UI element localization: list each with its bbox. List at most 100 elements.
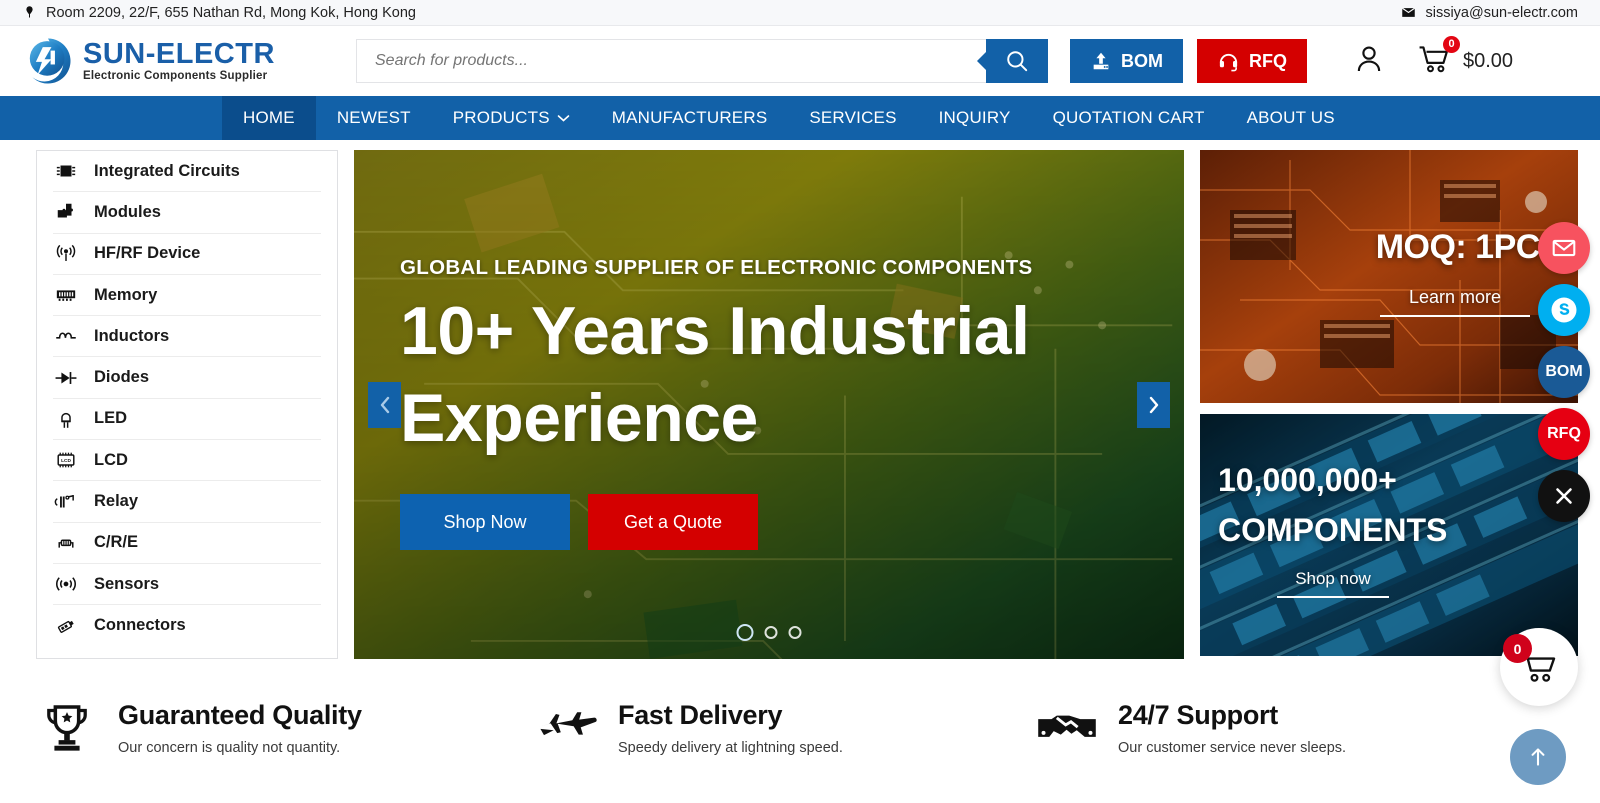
- promo-components-link[interactable]: Shop now: [1277, 569, 1389, 599]
- nav-item-manufacturers[interactable]: MANUFACTURERS: [591, 96, 789, 140]
- carousel-next-button[interactable]: [1137, 381, 1170, 428]
- feature-title: Guaranteed Quality: [118, 700, 362, 730]
- carousel-dot-3[interactable]: [788, 626, 802, 639]
- nav-item-newest[interactable]: NEWEST: [316, 96, 432, 140]
- sidebar-item-label: Integrated Circuits: [94, 161, 240, 180]
- sidebar-item-integrated-circuits[interactable]: Integrated Circuits: [53, 151, 321, 193]
- search-bar[interactable]: [356, 39, 1048, 83]
- nav-item-label: MANUFACTURERS: [611, 108, 768, 127]
- feature-subtitle: Our customer service never sleeps.: [1118, 740, 1347, 756]
- floating-skype-button[interactable]: [1538, 284, 1590, 336]
- handshake-icon: [1038, 715, 1096, 737]
- sun-electr-logo-icon: [29, 38, 71, 84]
- hero-shop-now-button[interactable]: Shop Now: [400, 494, 570, 551]
- sidebar-item-label: Diodes: [94, 368, 150, 387]
- search-button[interactable]: [986, 39, 1048, 83]
- nav-item-home[interactable]: HOME: [222, 96, 316, 140]
- sidebar-item-label: Relay: [94, 492, 139, 511]
- bom-label: BOM: [1121, 50, 1163, 71]
- carousel-dots: [736, 624, 802, 641]
- hero-title: 10+ Years Industrial Experience: [400, 293, 1030, 457]
- sidebar-item-c-r-e[interactable]: C/R/E: [53, 523, 321, 564]
- promo-moq-link[interactable]: Learn more: [1380, 287, 1530, 317]
- nav-item-products[interactable]: PRODUCTS: [432, 96, 591, 140]
- carousel-prev-button[interactable]: [368, 381, 401, 428]
- top-bar-email[interactable]: sissiya@sun-electr.com: [1401, 5, 1578, 21]
- lcd-display-icon: LCD: [53, 449, 79, 471]
- promo-card-components[interactable]: 10,000,000+ COMPONENTS Shop now: [1200, 414, 1578, 656]
- feature-subtitle: Speedy delivery at lightning speed.: [618, 740, 843, 756]
- feature-support: 24/7 Support Our customer service never …: [1036, 680, 1536, 776]
- account-button[interactable]: [1341, 39, 1397, 84]
- main-navigation: HOME NEWEST PRODUCTS MANUFACTURERS SERVICES I…: [0, 96, 1600, 140]
- chevron-down-icon: [557, 114, 570, 122]
- logo-wordmark: SUN-ELECTR: [83, 37, 275, 70]
- upload-icon: [1093, 52, 1109, 70]
- nav-item-quotation-cart[interactable]: QUOTATION CART: [1032, 96, 1226, 140]
- headset-icon: [1219, 53, 1238, 71]
- nav-item-label: HOME: [243, 108, 295, 127]
- user-icon: [1357, 45, 1381, 71]
- close-icon: [1556, 488, 1572, 504]
- floating-close-button[interactable]: [1538, 470, 1590, 522]
- main-content: Integrated Circuits Modules HF/RF Device Me…: [0, 140, 1600, 659]
- sensor-wave-icon: [53, 573, 79, 595]
- sidebar-item-hf-rf-device[interactable]: HF/RF Device: [53, 234, 321, 275]
- rfq-label: RFQ: [1249, 50, 1287, 71]
- arrow-up-icon: [1531, 748, 1545, 766]
- bom-button[interactable]: BOM: [1070, 39, 1183, 83]
- promo-card-moq[interactable]: MOQ: 1PCS Learn more: [1200, 150, 1578, 404]
- cart-total: $0.00: [1463, 49, 1514, 72]
- floating-bom-button[interactable]: BOM: [1538, 346, 1590, 398]
- hero-get-quote-button[interactable]: Get a Quote: [588, 494, 758, 551]
- memory-stick-icon: [53, 284, 79, 306]
- feature-subtitle: Our concern is quality not quantity.: [118, 740, 341, 756]
- sidebar-item-memory[interactable]: Memory: [53, 275, 321, 317]
- search-input[interactable]: [356, 39, 986, 83]
- sidebar-item-lcd[interactable]: LCD LCD: [53, 440, 321, 482]
- cart-button[interactable]: 0 $0.00: [1403, 35, 1514, 80]
- floating-action-stack: BOM RFQ: [1538, 222, 1590, 522]
- sidebar-item-led[interactable]: LED: [53, 399, 321, 441]
- sidebar-item-label: LCD: [94, 450, 128, 469]
- connector-plug-icon: [53, 615, 79, 637]
- promo-components-title-line2: COMPONENTS: [1218, 512, 1448, 549]
- hero-carousel[interactable]: GLOBAL LEADING SUPPLIER OF ELECTRONIC CO…: [354, 150, 1184, 659]
- rfq-button[interactable]: RFQ: [1197, 39, 1307, 83]
- map-pin-icon: [26, 6, 33, 18]
- sidebar-item-label: Memory: [94, 285, 158, 304]
- feature-guaranteed-quality: Guaranteed Quality Our concern is qualit…: [36, 680, 536, 776]
- email-text[interactable]: sissiya@sun-electr.com: [1425, 5, 1578, 21]
- floating-mail-button[interactable]: [1538, 222, 1590, 274]
- feature-fast-delivery: Fast Delivery Speedy delivery at lightni…: [536, 680, 1036, 776]
- sidebar-item-connectors[interactable]: Connectors: [53, 605, 321, 646]
- site-header: SUN-ELECTR Electronic Components Supplie…: [0, 26, 1600, 96]
- site-logo[interactable]: SUN-ELECTR Electronic Components Supplie…: [22, 35, 332, 87]
- floating-rfq-button[interactable]: RFQ: [1538, 408, 1590, 460]
- nav-item-label: NEWEST: [336, 108, 411, 127]
- category-sidebar: Integrated Circuits Modules HF/RF Device Me…: [36, 150, 338, 659]
- nav-item-services[interactable]: SERVICES: [788, 96, 917, 140]
- sidebar-item-inductors[interactable]: Inductors: [53, 316, 321, 358]
- sidebar-item-diodes[interactable]: Diodes: [53, 357, 321, 399]
- promo-column: MOQ: 1PCS Learn more 10,000,000+ COMPONE…: [1200, 150, 1578, 656]
- nav-item-label: INQUIRY: [938, 108, 1011, 127]
- envelope-icon: [1402, 7, 1416, 17]
- sidebar-item-sensors[interactable]: Sensors: [53, 564, 321, 606]
- jet-plane-icon: [538, 712, 597, 736]
- diode-icon: [53, 367, 79, 389]
- carousel-dot-2[interactable]: [764, 626, 778, 639]
- features-row: Guaranteed Quality Our concern is qualit…: [0, 656, 1600, 776]
- nav-item-inquiry[interactable]: INQUIRY: [918, 96, 1032, 140]
- top-bar: Room 2209, 22/F, 655 Nathan Rd, Mong Kok…: [0, 0, 1600, 26]
- floating-cart-count-badge: 0: [1503, 634, 1532, 663]
- top-bar-address: Room 2209, 22/F, 655 Nathan Rd, Mong Kok…: [22, 5, 416, 21]
- nav-item-about-us[interactable]: ABOUT US: [1226, 96, 1356, 140]
- scroll-to-top-button[interactable]: [1510, 729, 1566, 785]
- nav-item-label: QUOTATION CART: [1052, 108, 1205, 127]
- carousel-dot-1[interactable]: [736, 624, 754, 641]
- sidebar-item-relay[interactable]: Relay: [53, 481, 321, 523]
- sidebar-item-modules[interactable]: Modules: [53, 192, 321, 234]
- relay-switch-icon: [53, 491, 79, 513]
- floating-cart-button[interactable]: 0: [1500, 628, 1578, 706]
